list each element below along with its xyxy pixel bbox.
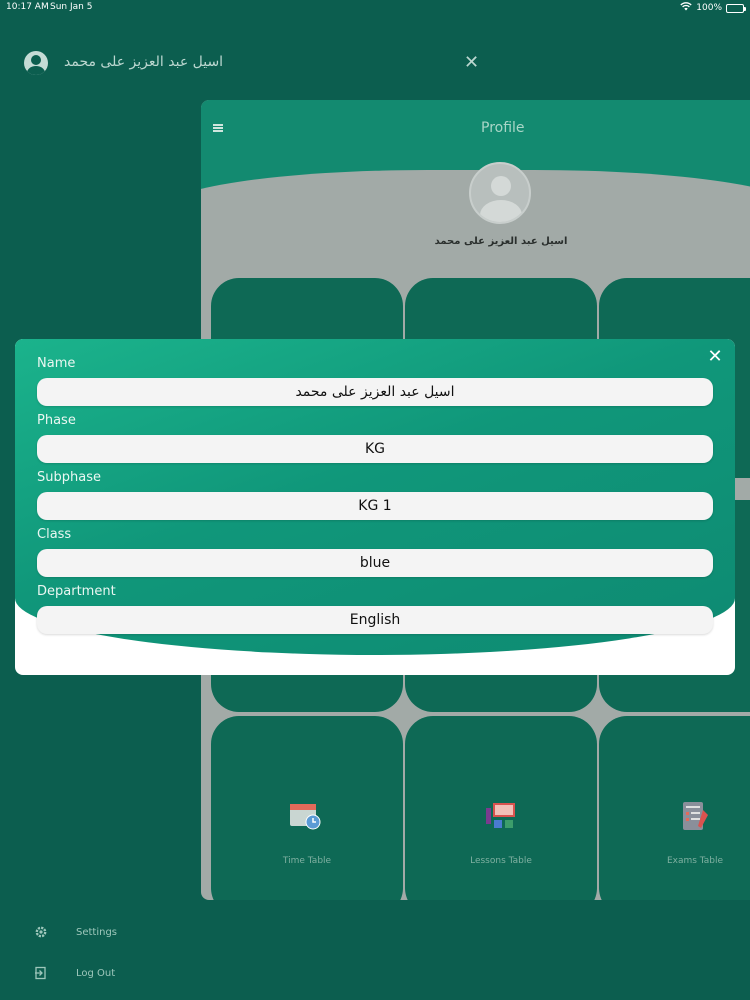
- calendar-clock-icon: [290, 804, 321, 830]
- drawer-close-icon[interactable]: ✕: [464, 52, 479, 73]
- drawer-item-label: Settings: [76, 926, 118, 938]
- battery-icon: [726, 3, 746, 13]
- wifi-icon: [680, 2, 692, 14]
- subphase-label: Subphase: [37, 470, 101, 485]
- drawer-item-label: Log Out: [76, 967, 116, 979]
- tile-label: Lessons Table: [470, 856, 532, 866]
- tile-lessons-table[interactable]: Lessons Table: [405, 716, 597, 900]
- name-field: اسيل عبد العزيز على محمد: [37, 378, 713, 406]
- status-time: 10:17 AM: [6, 2, 49, 12]
- gear-icon: [34, 925, 48, 939]
- dialog-close-button[interactable]: ✕: [705, 347, 725, 367]
- department-field: English: [37, 606, 713, 634]
- tile-label: Exams Table: [666, 856, 724, 866]
- name-label: Name: [37, 356, 76, 371]
- status-right: 100%: [680, 2, 746, 14]
- battery-percent: 100%: [696, 3, 722, 13]
- subphase-field: KG 1: [37, 492, 713, 520]
- profile-name: اسيل عبد العزيز على محمد: [434, 236, 568, 247]
- logout-icon: [34, 966, 48, 980]
- status-date: Sun Jan 5: [50, 2, 93, 12]
- class-field: blue: [37, 549, 713, 577]
- phase-label: Phase: [37, 413, 76, 428]
- drawer-item-settings[interactable]: Settings: [34, 922, 117, 942]
- class-label: Class: [37, 527, 72, 542]
- account-circle-icon: [24, 51, 48, 75]
- drawer-user-name: اسيل عبد العزيز على محمد: [64, 54, 224, 70]
- classroom-icon: [486, 803, 515, 828]
- menu-icon[interactable]: [213, 124, 223, 132]
- tile-exams-table[interactable]: Exams Table: [599, 716, 750, 900]
- tile-time-table[interactable]: Time Table: [211, 716, 403, 900]
- profile-avatar: [469, 162, 531, 224]
- exam-sheet-icon: [683, 802, 708, 830]
- department-label: Department: [37, 584, 116, 599]
- profile-details-dialog: ✕ Name اسيل عبد العزيز على محمد Phase KG…: [15, 339, 735, 675]
- status-bar: 10:17 AM Sun Jan 5 100%: [0, 0, 750, 16]
- phase-field: KG: [37, 435, 713, 463]
- tile-label: Time Table: [282, 856, 332, 866]
- drawer-item-logout[interactable]: Log Out: [34, 963, 115, 983]
- app-title: Profile: [481, 120, 525, 136]
- drawer-header: اسيل عبد العزيز على محمد ✕: [24, 48, 494, 78]
